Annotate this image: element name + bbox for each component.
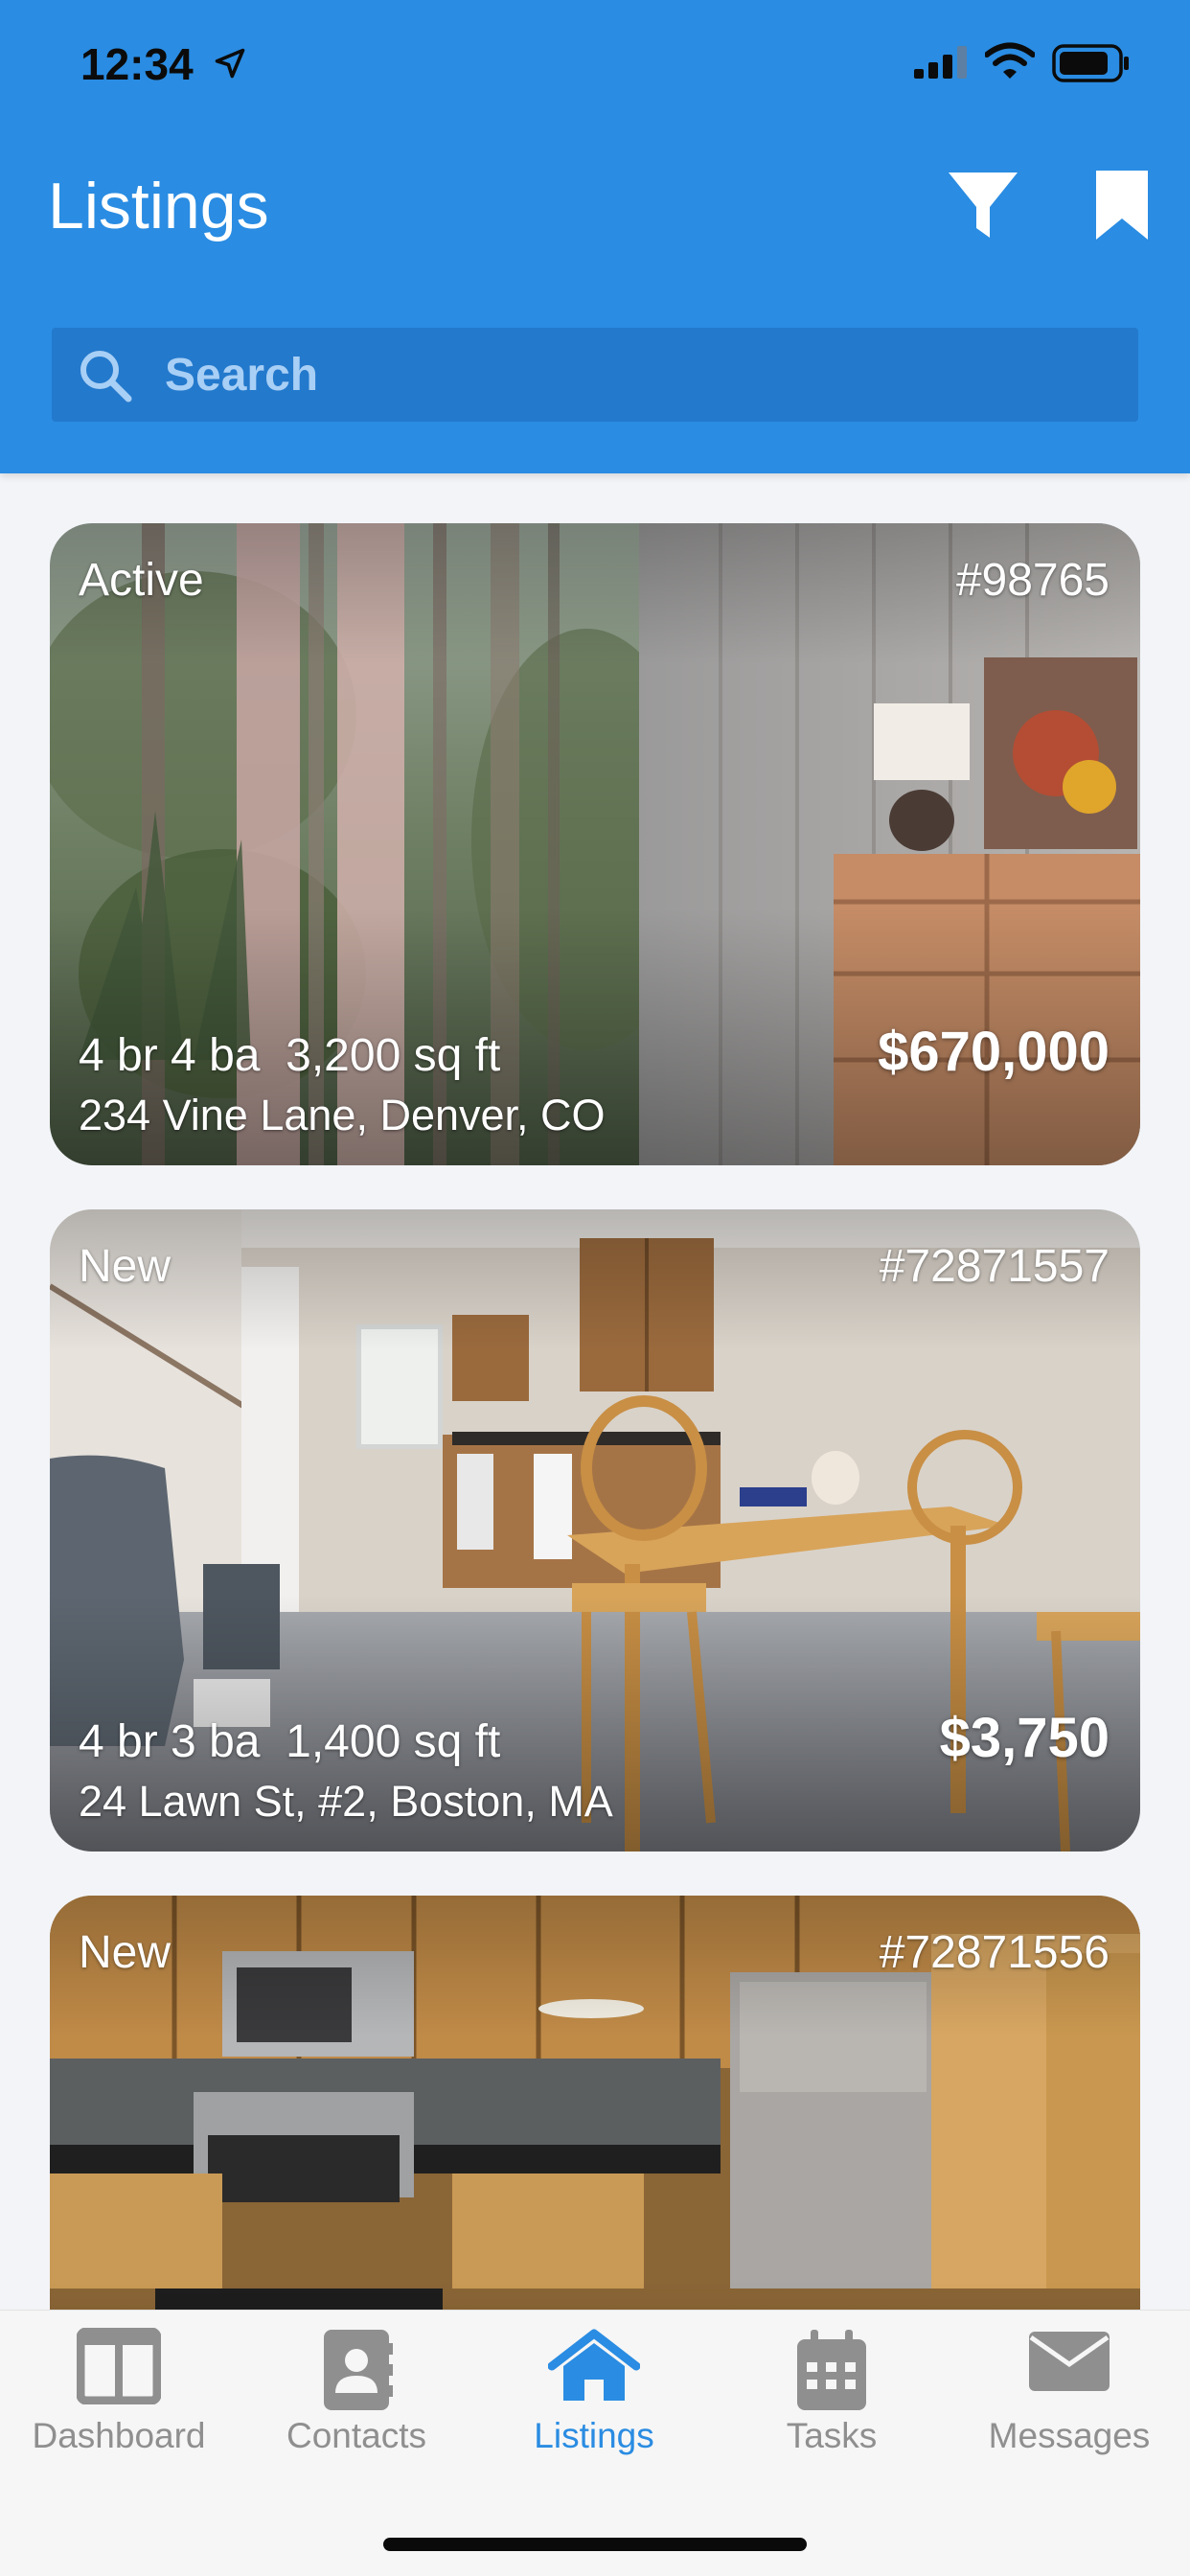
home-icon xyxy=(548,2329,640,2401)
dashboard-icon xyxy=(77,2328,161,2404)
listing-card[interactable]: Active #98765 4 br 4 ba 3,200 sq ft 234 … xyxy=(50,523,1140,1165)
search-icon xyxy=(80,351,132,402)
listing-card[interactable]: New #72871557 4 br 3 ba 1,400 sq ft 24 L… xyxy=(50,1209,1140,1852)
listing-status: New xyxy=(79,1241,172,1292)
tab-listings[interactable]: Listings xyxy=(475,2311,713,2473)
bookmark-icon xyxy=(1096,171,1148,240)
filter-icon xyxy=(949,172,1018,238)
calendar-icon xyxy=(797,2330,866,2410)
tab-label: Contacts xyxy=(286,2416,426,2455)
tab-label: Listings xyxy=(534,2416,654,2455)
listing-address: 234 Vine Lane, Denver, CO xyxy=(79,1091,606,1139)
tab-dashboard[interactable]: Dashboard xyxy=(0,2311,238,2473)
tab-label: Dashboard xyxy=(32,2416,206,2455)
search-input[interactable]: Search xyxy=(52,328,1138,422)
location-arrow-icon xyxy=(215,48,245,79)
filter-button[interactable] xyxy=(945,167,1021,243)
listing-status: Active xyxy=(79,555,204,606)
listing-id: #98765 xyxy=(955,555,1110,606)
listing-price: $670,000 xyxy=(878,1021,1110,1083)
bookmark-button[interactable] xyxy=(1092,169,1152,242)
listing-id: #72871557 xyxy=(879,1241,1110,1292)
tab-label: Tasks xyxy=(786,2416,878,2455)
listing-details: 4 br 4 ba 3,200 sq ft xyxy=(79,1030,501,1081)
envelope-icon xyxy=(1029,2332,1110,2391)
app-header: 12:34 Listings Search xyxy=(0,0,1190,473)
tab-bar: Dashboard Contacts Listings Tasks Messag… xyxy=(0,2310,1190,2576)
listing-address: 24 Lawn St, #2, Boston, MA xyxy=(79,1777,613,1826)
listing-price: $3,750 xyxy=(939,1707,1110,1769)
listing-details: 4 br 3 ba 1,400 sq ft xyxy=(79,1716,501,1767)
listing-id: #72871556 xyxy=(879,1927,1110,1978)
status-bar: 12:34 xyxy=(0,0,1190,134)
wifi-icon xyxy=(985,42,1035,79)
tab-messages[interactable]: Messages xyxy=(950,2311,1188,2473)
cellular-signal-icon xyxy=(914,46,967,79)
tab-label: Messages xyxy=(988,2416,1151,2455)
listing-status: New xyxy=(79,1927,172,1978)
tab-tasks[interactable]: Tasks xyxy=(713,2311,950,2473)
search-placeholder: Search xyxy=(165,350,319,401)
battery-icon xyxy=(1052,44,1129,82)
status-time: 12:34 xyxy=(80,39,194,89)
home-indicator[interactable] xyxy=(383,2538,807,2551)
tab-contacts[interactable]: Contacts xyxy=(238,2311,475,2473)
contacts-icon xyxy=(324,2330,393,2410)
page-title: Listings xyxy=(48,170,269,242)
